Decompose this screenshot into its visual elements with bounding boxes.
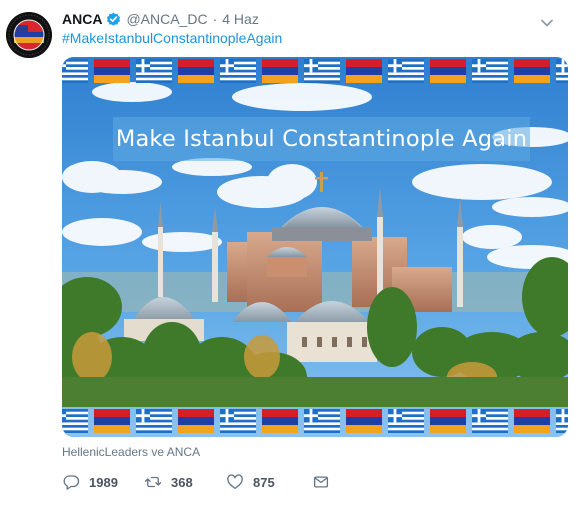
hashtag-link[interactable]: #MakeIstanbulConstantinopleAgain — [62, 30, 282, 46]
retweet-icon — [144, 473, 162, 491]
avatar[interactable] — [6, 12, 52, 58]
heart-icon — [226, 473, 244, 491]
reply-count: 1989 — [89, 474, 118, 490]
tweet-header: ANCA @ANCA_DC · 4 Haz — [62, 10, 259, 28]
tagged-users[interactable]: HellenicLeaders ve ANCA — [62, 445, 200, 459]
retweet-button[interactable]: 368 — [144, 473, 226, 491]
handle[interactable]: @ANCA_DC — [126, 11, 207, 27]
envelope-icon — [312, 473, 330, 491]
message-button[interactable] — [312, 473, 330, 491]
action-bar: 1989 368 875 — [62, 472, 330, 492]
reply-button[interactable]: 1989 — [62, 473, 144, 491]
tweet-image[interactable]: Make Istanbul Constantinople Again — [62, 57, 568, 437]
verified-badge-icon — [106, 12, 121, 27]
chevron-down-icon[interactable] — [541, 14, 553, 27]
like-count: 875 — [253, 474, 275, 490]
retweet-count: 368 — [171, 474, 193, 490]
hagia-sophia-photo — [62, 57, 568, 437]
image-caption: Make Istanbul Constantinople Again — [113, 117, 530, 161]
display-name[interactable]: ANCA — [62, 11, 102, 27]
separator-dot: · — [212, 11, 218, 27]
tweet-date[interactable]: 4 Haz — [222, 11, 259, 27]
reply-icon — [62, 473, 80, 491]
like-button[interactable]: 875 — [226, 473, 312, 491]
